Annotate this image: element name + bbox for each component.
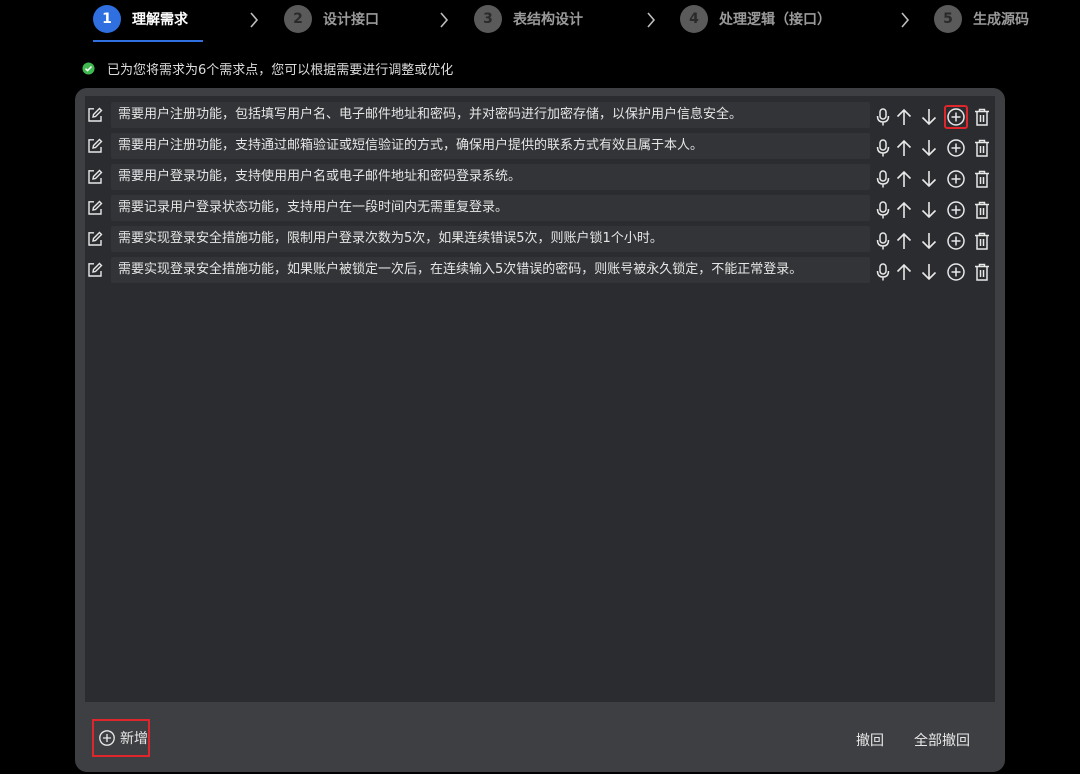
step-5[interactable]: 5 生成源码 [934, 4, 1029, 34]
plus-circle-icon [99, 730, 115, 746]
chevron-right-icon [644, 10, 658, 30]
requirement-text[interactable]: 需要记录用户登录状态功能，支持用户在一段时间内无需重复登录。 [111, 195, 870, 221]
arrow-down-icon[interactable] [919, 262, 939, 282]
stepper: 1 理解需求 2 设计接口 3 表结构设计 4 处理逻辑（接口） 5 生成源码 [0, 0, 1080, 44]
step-label: 表结构设计 [513, 12, 583, 28]
requirements-list: 需要用户注册功能，包括填写用户名、电子邮件地址和密码，并对密码进行加密存储，以保… [85, 96, 995, 702]
trash-icon[interactable] [972, 169, 992, 189]
plus-circle-icon[interactable] [946, 138, 966, 158]
step-number: 4 [680, 5, 708, 33]
check-circle-icon [82, 61, 95, 75]
arrow-down-icon[interactable] [919, 138, 939, 158]
microphone-icon[interactable] [873, 200, 893, 220]
edit-icon[interactable] [87, 262, 103, 278]
step-label: 理解需求 [132, 12, 188, 28]
arrow-up-icon[interactable] [894, 107, 914, 127]
trash-icon[interactable] [972, 200, 992, 220]
edit-icon[interactable] [87, 169, 103, 185]
info-text: 已为您将需求为6个需求点，您可以根据需要进行调整或优化 [107, 62, 454, 78]
chevron-right-icon [437, 10, 451, 30]
microphone-icon[interactable] [873, 169, 893, 189]
arrow-down-icon[interactable] [919, 107, 939, 127]
requirement-row: 需要用户登录功能，支持使用用户名或电子邮件地址和密码登录系统。 [85, 164, 995, 192]
arrow-up-icon[interactable] [894, 200, 914, 220]
step-label: 设计接口 [323, 12, 379, 28]
requirement-text[interactable]: 需要实现登录安全措施功能，如果账户被锁定一次后，在连续输入5次错误的密码，则账号… [111, 257, 870, 283]
requirement-text[interactable]: 需要用户注册功能，支持通过邮箱验证或短信验证的方式，确保用户提供的联系方式有效且… [111, 133, 870, 159]
step-4[interactable]: 4 处理逻辑（接口） [680, 4, 831, 34]
microphone-icon[interactable] [873, 262, 893, 282]
plus-circle-icon[interactable] [944, 105, 968, 129]
edit-icon[interactable] [87, 138, 103, 154]
plus-circle-icon[interactable] [946, 262, 966, 282]
trash-icon[interactable] [972, 107, 992, 127]
arrow-up-icon[interactable] [894, 138, 914, 158]
step-label: 处理逻辑（接口） [719, 12, 831, 28]
step-number: 5 [934, 5, 962, 33]
chevron-right-icon [898, 10, 912, 30]
edit-icon[interactable] [87, 107, 103, 123]
step-2[interactable]: 2 设计接口 [284, 4, 379, 34]
requirement-text[interactable]: 需要用户注册功能，包括填写用户名、电子邮件地址和密码，并对密码进行加密存储，以保… [111, 102, 870, 128]
arrow-up-icon[interactable] [894, 231, 914, 251]
info-message: 已为您将需求为6个需求点，您可以根据需要进行调整或优化 [82, 58, 453, 78]
microphone-icon[interactable] [873, 107, 893, 127]
add-label: 新增 [120, 731, 148, 747]
plus-circle-icon[interactable] [946, 200, 966, 220]
arrow-up-icon[interactable] [894, 169, 914, 189]
step-number: 1 [93, 5, 121, 33]
arrow-down-icon[interactable] [919, 200, 939, 220]
step-number: 2 [284, 5, 312, 33]
arrow-down-icon[interactable] [919, 231, 939, 251]
requirement-row: 需要实现登录安全措施功能，如果账户被锁定一次后，在连续输入5次错误的密码，则账号… [85, 257, 995, 285]
undo-button[interactable]: 撤回 [856, 730, 884, 750]
requirement-text[interactable]: 需要实现登录安全措施功能，限制用户登录次数为5次，如果连续错误5次，则账户锁1个… [111, 226, 870, 252]
edit-icon[interactable] [87, 231, 103, 247]
arrow-down-icon[interactable] [919, 169, 939, 189]
plus-circle-icon[interactable] [946, 169, 966, 189]
step-1[interactable]: 1 理解需求 [93, 4, 188, 34]
microphone-icon[interactable] [873, 138, 893, 158]
requirement-row: 需要实现登录安全措施功能，限制用户登录次数为5次，如果连续错误5次，则账户锁1个… [85, 226, 995, 254]
undo-all-button[interactable]: 全部撤回 [914, 730, 970, 750]
requirements-panel: 需要用户注册功能，包括填写用户名、电子邮件地址和密码，并对密码进行加密存储，以保… [75, 88, 1005, 772]
requirement-row: 需要用户注册功能，包括填写用户名、电子邮件地址和密码，并对密码进行加密存储，以保… [85, 102, 995, 130]
step-3[interactable]: 3 表结构设计 [474, 4, 583, 34]
trash-icon[interactable] [972, 262, 992, 282]
requirement-row: 需要记录用户登录状态功能，支持用户在一段时间内无需重复登录。 [85, 195, 995, 223]
edit-icon[interactable] [87, 200, 103, 216]
plus-circle-icon[interactable] [946, 231, 966, 251]
requirement-text[interactable]: 需要用户登录功能，支持使用用户名或电子邮件地址和密码登录系统。 [111, 164, 870, 190]
requirement-row: 需要用户注册功能，支持通过邮箱验证或短信验证的方式，确保用户提供的联系方式有效且… [85, 133, 995, 161]
chevron-right-icon [247, 10, 261, 30]
step-label: 生成源码 [973, 12, 1029, 28]
active-step-indicator [93, 40, 203, 42]
microphone-icon[interactable] [873, 231, 893, 251]
trash-icon[interactable] [972, 138, 992, 158]
trash-icon[interactable] [972, 231, 992, 251]
add-requirement-button[interactable]: 新增 [92, 719, 150, 757]
step-number: 3 [474, 5, 502, 33]
arrow-up-icon[interactable] [894, 262, 914, 282]
